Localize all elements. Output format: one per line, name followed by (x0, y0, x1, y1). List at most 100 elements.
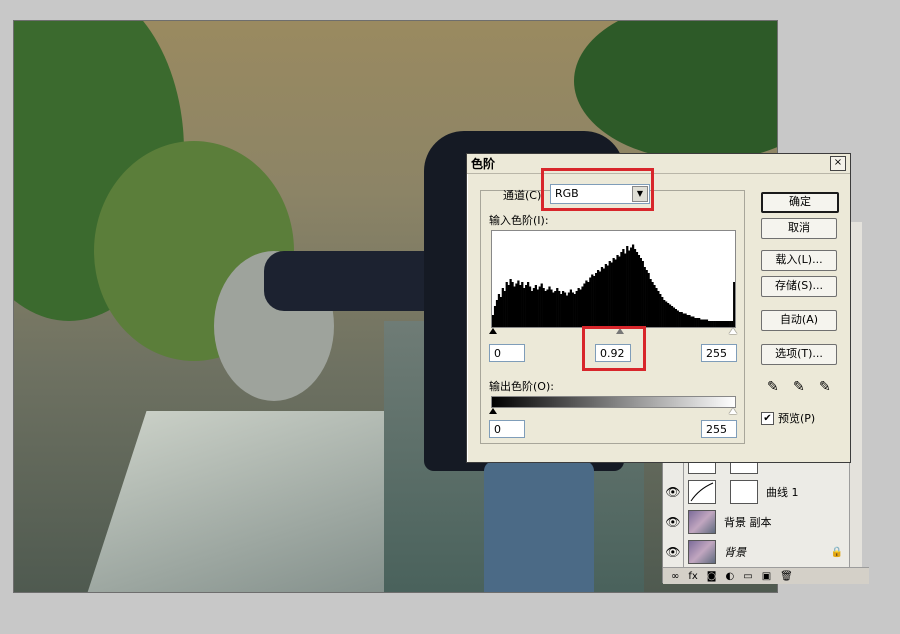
histogram-bar (655, 288, 658, 327)
histogram-bar (534, 285, 538, 327)
input-black-slider[interactable] (489, 328, 497, 334)
histogram-bar (503, 291, 506, 327)
layers-footer: ∞ fx ◙ ◐ ▭ ▣ 🗑 (663, 567, 869, 584)
histogram-bar (610, 262, 613, 327)
histogram-bar (519, 285, 522, 327)
histogram-bar (696, 318, 699, 327)
histogram-bar (493, 306, 497, 327)
eye-icon[interactable]: 👁 (663, 477, 684, 507)
layer-name: 背景 (724, 546, 746, 559)
dialog-title: 色阶 (471, 157, 496, 171)
fx-icon[interactable]: fx (688, 571, 697, 582)
histogram-bar (723, 321, 726, 327)
histogram-bar (614, 259, 617, 327)
histogram-graph (492, 244, 736, 327)
histogram-bar (497, 294, 501, 327)
folder-icon[interactable]: ▭ (743, 571, 752, 582)
output-gradient-bar (491, 396, 736, 408)
ok-button[interactable]: 确定 (761, 192, 839, 213)
adjustment-icon[interactable]: ◐ (726, 571, 735, 582)
histogram-bar (709, 321, 712, 327)
gray-eyedropper-icon[interactable]: ✎ (793, 379, 805, 395)
trash-icon[interactable]: 🗑 (780, 571, 793, 582)
histogram-bar (721, 321, 724, 327)
histogram-bar (513, 286, 516, 327)
input-black-field[interactable]: 0 (489, 344, 525, 362)
histogram-bar (711, 321, 714, 327)
output-black-slider[interactable] (489, 408, 497, 414)
histogram-bar (727, 321, 730, 327)
histogram-bar (526, 282, 530, 327)
highlight-gamma (582, 326, 646, 371)
auto-button[interactable]: 自动(A) (761, 310, 837, 331)
histogram-bar (565, 295, 569, 327)
histogram-bar (690, 316, 693, 327)
layer-thumbnail (688, 510, 716, 534)
layer-row-background-copy[interactable]: 👁 背景 副本 (663, 507, 849, 538)
histogram-bar (663, 300, 666, 327)
black-eyedropper-icon[interactable]: ✎ (767, 379, 779, 395)
histogram-bar (616, 255, 619, 327)
options-button[interactable]: 选项(T)... (761, 344, 837, 365)
input-white-slider[interactable] (729, 328, 737, 334)
curve-icon (690, 482, 714, 502)
close-button[interactable]: × (830, 156, 846, 171)
save-button[interactable]: 存储(S)... (761, 276, 837, 297)
histogram-bar (729, 321, 732, 327)
mask-icon[interactable]: ◙ (707, 571, 717, 582)
histogram-bar (717, 321, 720, 327)
histogram-bar (585, 280, 588, 327)
histogram-bar (703, 319, 707, 327)
histogram-bar (595, 273, 598, 327)
eye-icon[interactable]: 👁 (663, 507, 684, 537)
output-black-field[interactable]: 0 (489, 420, 525, 438)
histogram-bar (509, 279, 512, 327)
checkbox-box[interactable]: ✔ (761, 411, 774, 425)
histogram-bar (511, 282, 514, 327)
curves-thumbnail (688, 480, 716, 504)
histogram-bar (492, 315, 495, 327)
histogram-bar (668, 304, 672, 327)
histogram-bar (707, 321, 711, 327)
output-white-field[interactable]: 255 (701, 420, 737, 438)
histogram-bar (686, 315, 689, 327)
histogram-bar (719, 321, 722, 327)
histogram-bar (684, 313, 687, 327)
histogram-bar (682, 313, 685, 327)
histogram-bar (593, 276, 596, 327)
histogram-bar (666, 303, 670, 327)
histogram-bar (604, 264, 607, 327)
histogram-bar (694, 318, 697, 327)
layer-row-background[interactable]: 👁 背景 🔒 (663, 537, 849, 568)
histogram-bar (643, 267, 646, 327)
histogram-bar (661, 297, 664, 327)
highlight-channel (541, 168, 654, 211)
histogram-bar (558, 291, 561, 327)
cancel-button[interactable]: 取消 (761, 218, 837, 239)
histogram-bar (521, 282, 524, 327)
histogram-bar (657, 291, 660, 327)
input-white-field[interactable]: 255 (701, 344, 737, 362)
histogram-bar (672, 307, 676, 327)
histogram-bar (630, 247, 633, 327)
layer-row-curves[interactable]: 👁 曲线 1 (663, 477, 849, 508)
histogram-bar (523, 288, 526, 327)
link-icon[interactable]: ∞ (671, 571, 679, 582)
histogram-bar (554, 291, 557, 327)
histogram-bar (618, 256, 621, 327)
histogram-bar (507, 285, 510, 327)
histogram-bar (606, 265, 609, 327)
histogram-bar (589, 277, 592, 327)
new-layer-icon[interactable]: ▣ (762, 571, 771, 582)
histogram-bar (495, 300, 499, 327)
output-white-slider[interactable] (729, 408, 737, 414)
load-button[interactable]: 载入(L)... (761, 250, 837, 271)
histogram-bar (515, 283, 518, 327)
dialog-titlebar[interactable]: 色阶 × (467, 154, 850, 174)
histogram-bar (612, 258, 615, 327)
histogram-bar (505, 282, 508, 327)
white-eyedropper-icon[interactable]: ✎ (819, 379, 831, 395)
eye-icon[interactable]: 👁 (663, 537, 684, 567)
histogram-bar (536, 289, 539, 327)
preview-checkbox[interactable]: ✔ 预览(P) (761, 410, 815, 426)
